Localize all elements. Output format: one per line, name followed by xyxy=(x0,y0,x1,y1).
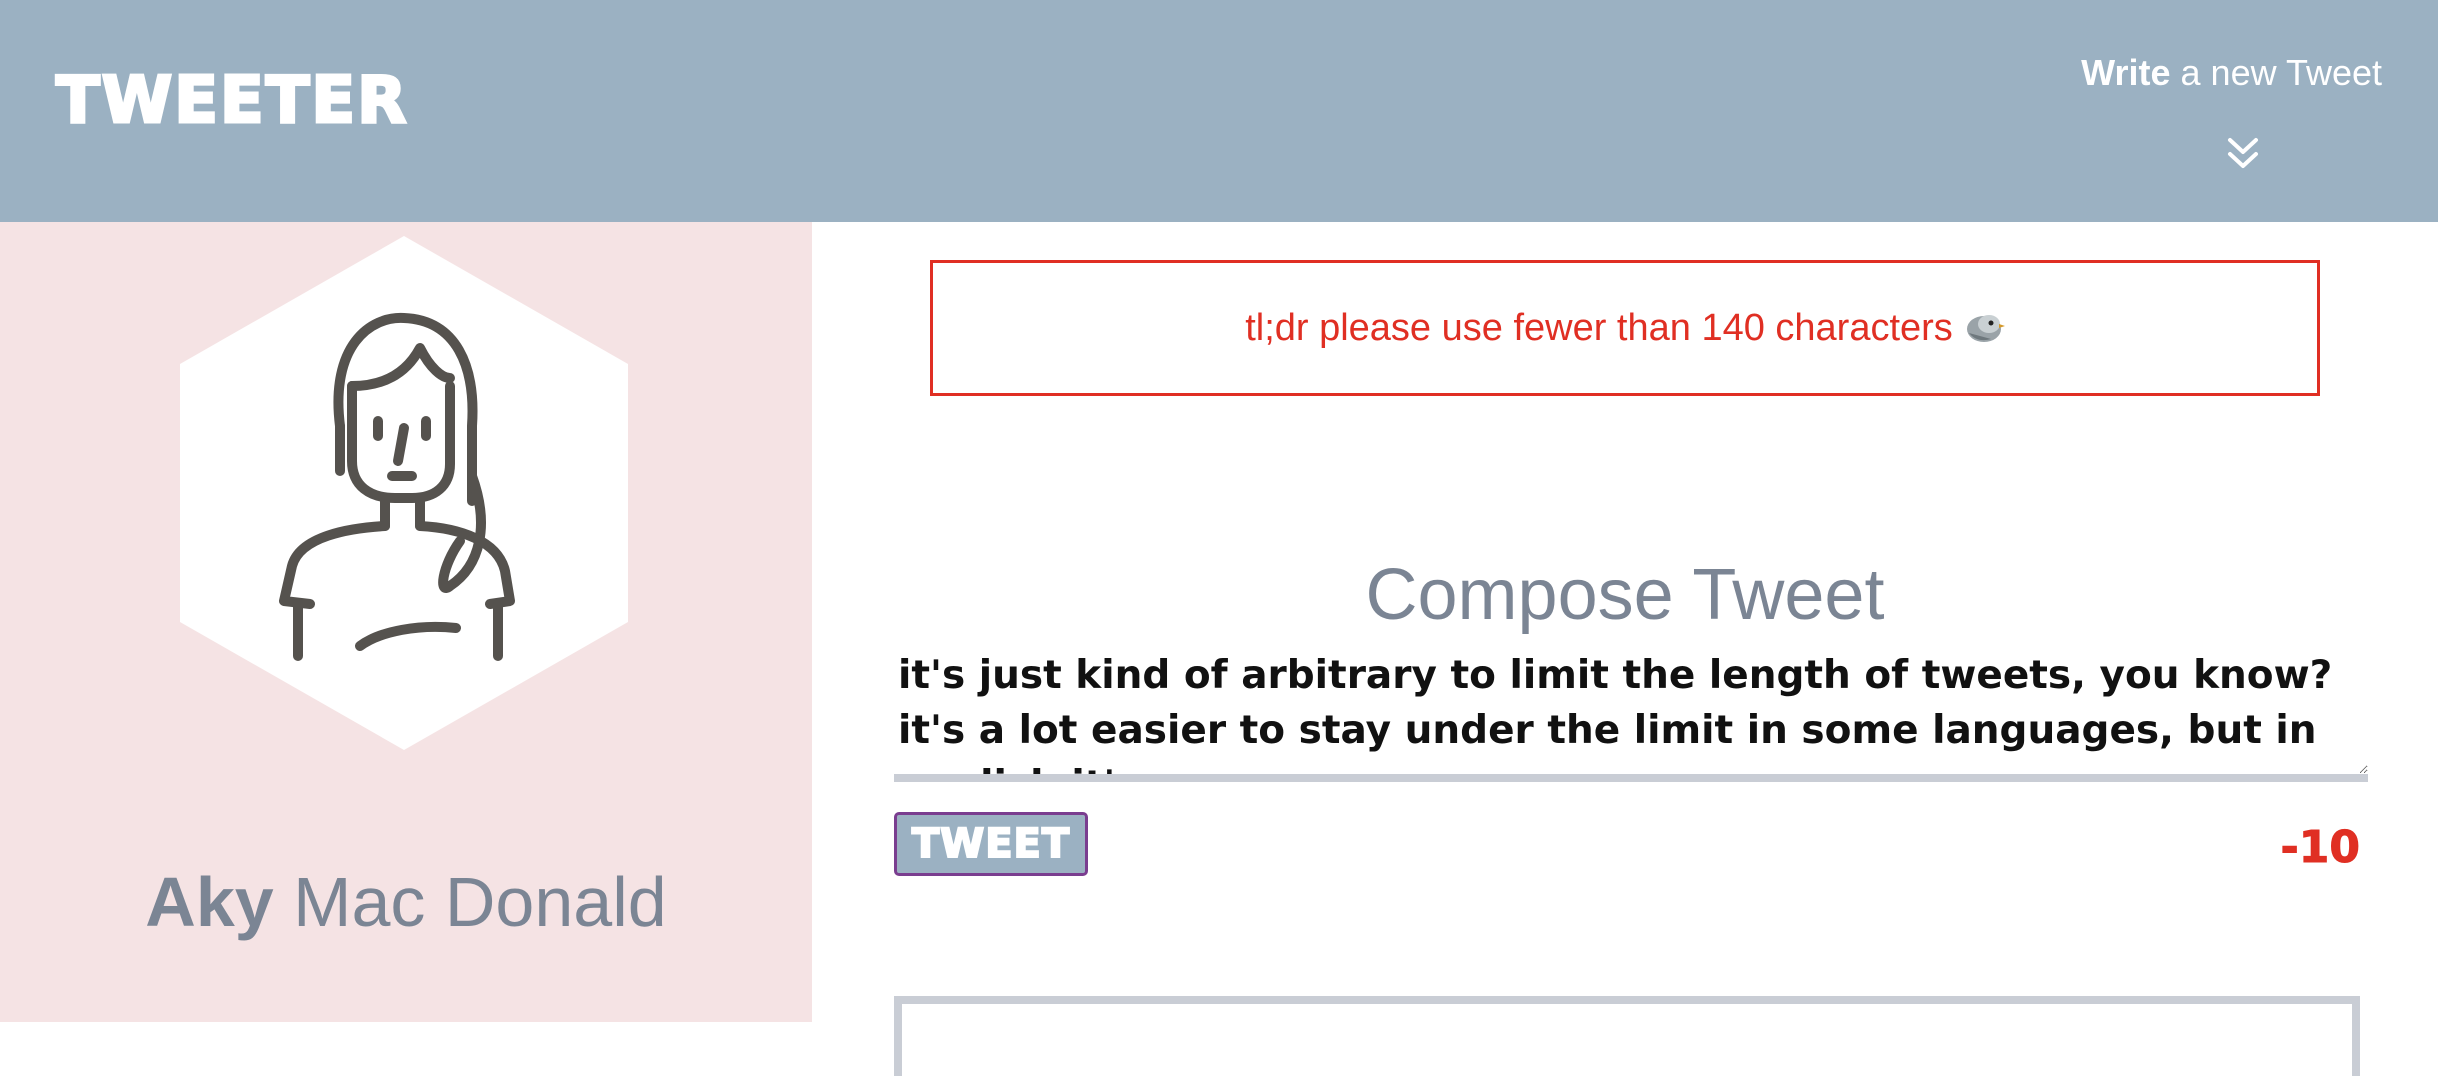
write-bold: Write xyxy=(2081,52,2171,93)
tweet-button[interactable]: TWEET xyxy=(894,812,1088,876)
error-message: tl;dr please use fewer than 140 characte… xyxy=(1245,306,1953,349)
write-new-tweet-label: Write a new Tweet xyxy=(2081,52,2382,93)
user-name: Aky Mac Donald xyxy=(0,862,812,942)
character-counter: -10 xyxy=(2280,822,2360,874)
profile-panel: Aky Mac Donald xyxy=(0,222,812,1022)
write-new-tweet-toggle[interactable]: Write a new Tweet xyxy=(2042,52,2382,182)
tweet-card xyxy=(894,996,2360,1076)
woman-avatar-icon xyxy=(180,236,628,750)
double-chevron-down-icon[interactable] xyxy=(2226,134,2260,174)
tweet-input[interactable]: it's just kind of arbitrary to limit the… xyxy=(894,648,2368,782)
brand-logo[interactable]: TWEETER xyxy=(54,63,408,140)
user-last-name: Mac Donald xyxy=(273,863,667,941)
error-message-box: tl;dr please use fewer than 140 characte… xyxy=(930,260,2320,396)
write-rest: a new Tweet xyxy=(2170,52,2382,93)
compose-title: Compose Tweet xyxy=(1365,554,1885,635)
navbar: TWEETER Write a new Tweet xyxy=(0,0,2438,222)
user-first-name: Aky xyxy=(145,863,274,941)
bird-icon xyxy=(1966,315,2005,342)
